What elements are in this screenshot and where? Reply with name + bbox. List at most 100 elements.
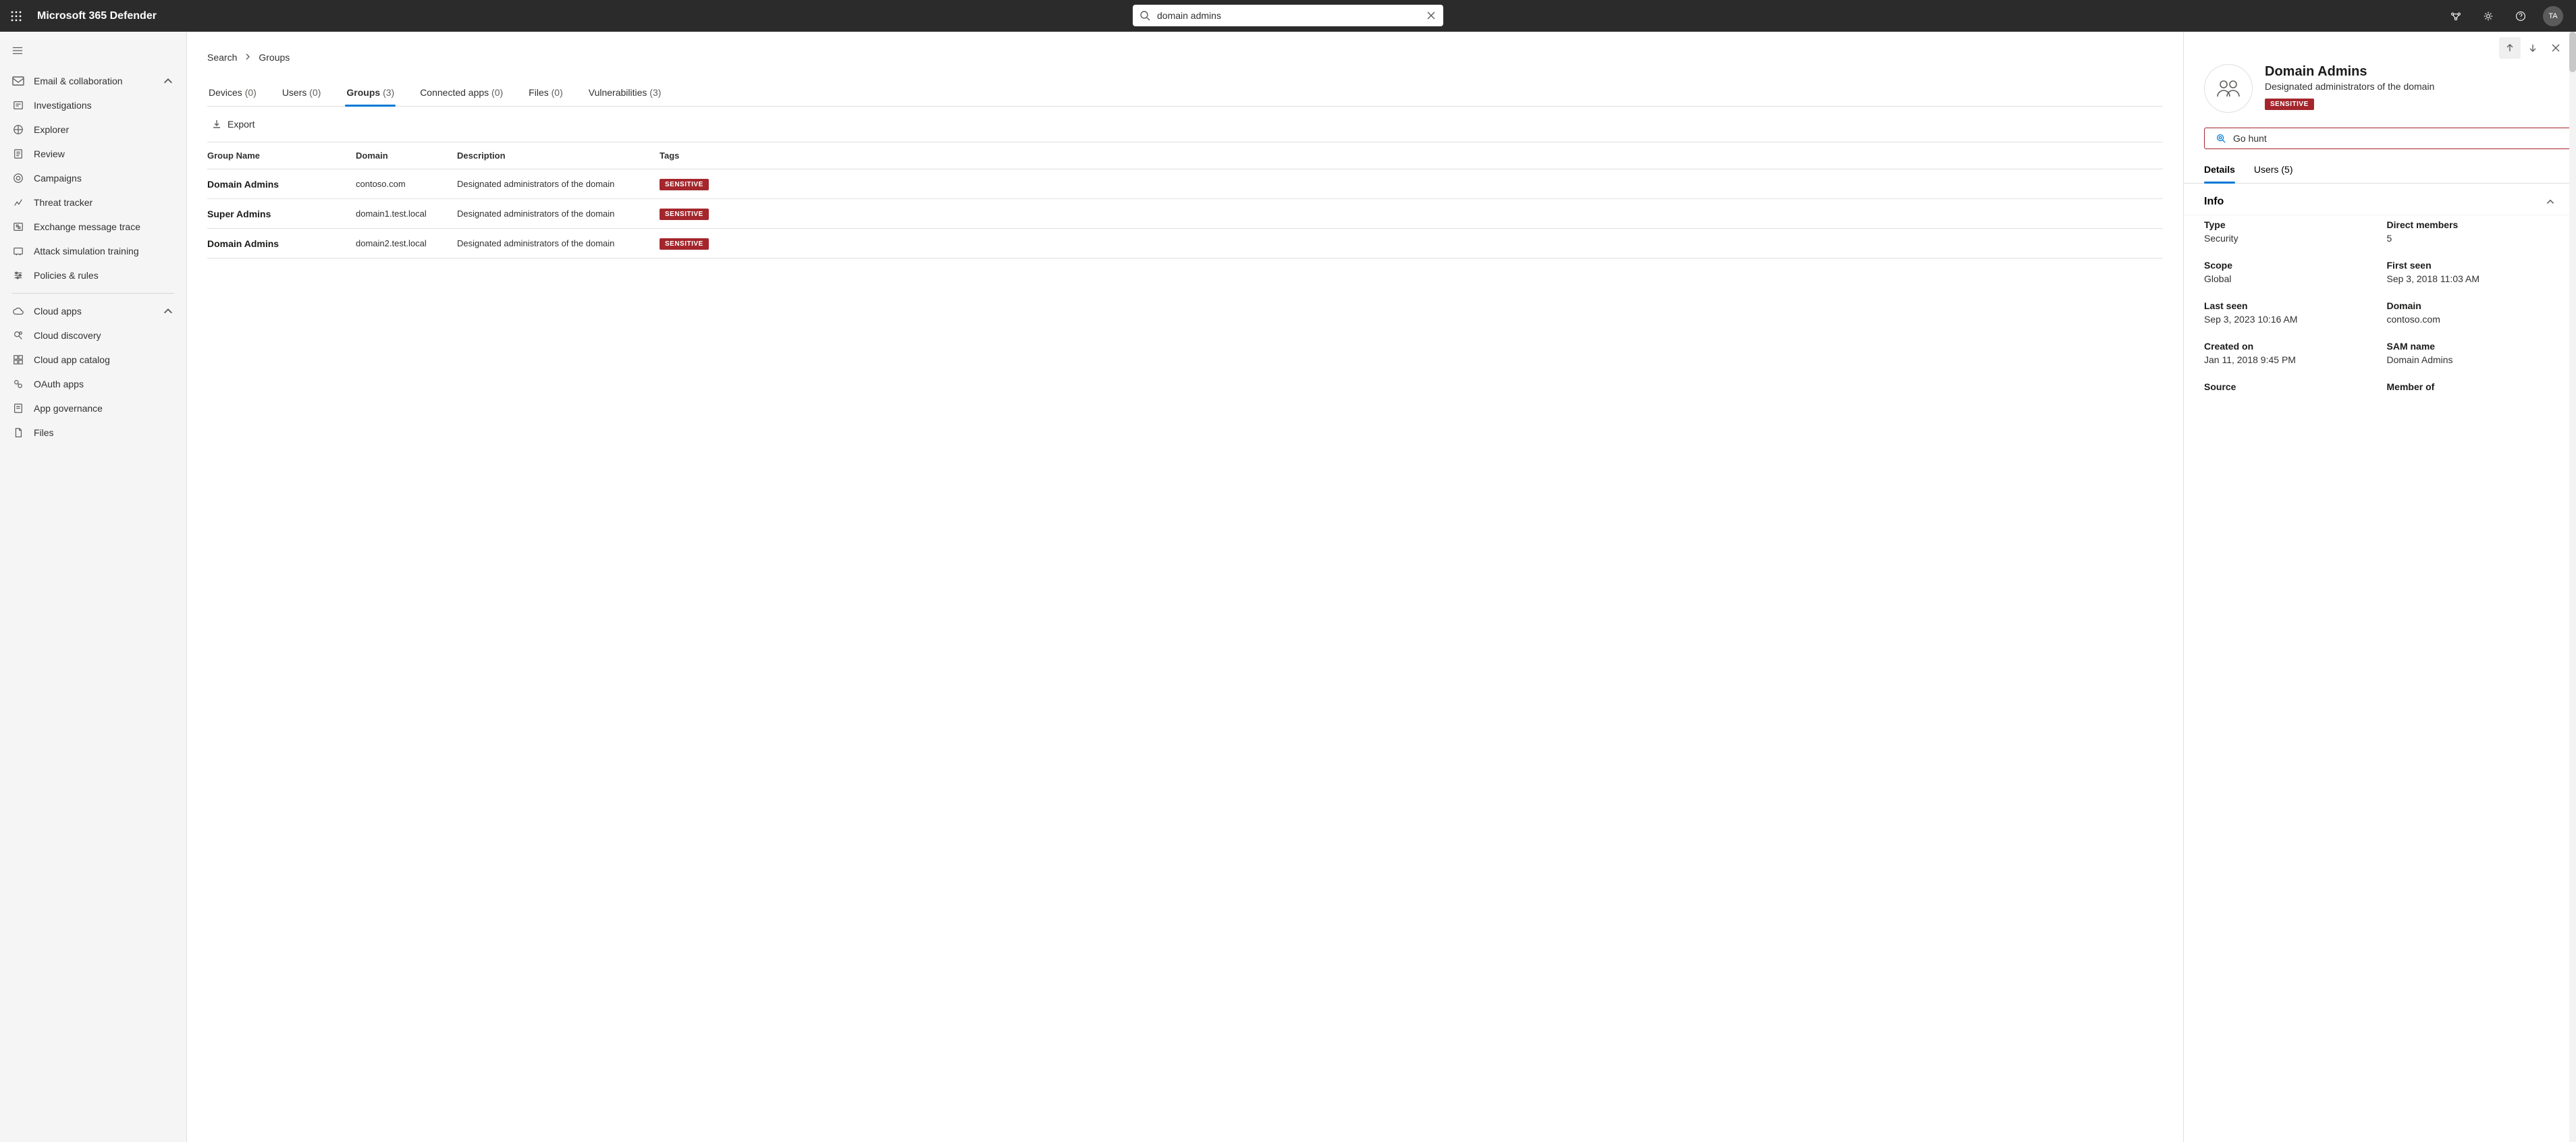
- table-row[interactable]: Domain Admins domain2.test.local Designa…: [207, 229, 2163, 259]
- product-title: Microsoft 365 Defender: [37, 10, 157, 22]
- nav-app-governance[interactable]: App governance: [0, 396, 186, 420]
- catalog-icon: [12, 354, 24, 365]
- chevron-up-icon: [162, 76, 174, 86]
- panel-next-button[interactable]: [2522, 37, 2544, 59]
- col-name[interactable]: Group Name: [207, 151, 356, 161]
- nav-review[interactable]: Review: [0, 142, 186, 166]
- settings-button[interactable]: [2473, 0, 2503, 32]
- crumb-search[interactable]: Search: [207, 52, 237, 63]
- panel-close-button[interactable]: [2545, 37, 2567, 59]
- row-domain: domain1.test.local: [356, 209, 457, 219]
- arrow-up-icon: [2504, 43, 2515, 53]
- nav-label: Threat tracker: [34, 197, 92, 208]
- app-launcher-button[interactable]: [0, 0, 32, 32]
- nav-explorer[interactable]: Explorer: [0, 117, 186, 142]
- close-icon: [2550, 43, 2561, 53]
- export-button[interactable]: Export: [207, 116, 259, 132]
- kv-type-label: Type: [2204, 219, 2373, 230]
- kv-members-value: 5: [2387, 233, 2556, 244]
- search-icon: [1139, 10, 1150, 21]
- nav-cloud-apps[interactable]: Cloud apps: [0, 299, 186, 323]
- sliders-icon: [12, 270, 24, 281]
- tracker-icon: [12, 197, 24, 208]
- nav-label: Exchange message trace: [34, 221, 140, 232]
- nav-attack-sim[interactable]: Attack simulation training: [0, 239, 186, 263]
- panel-tab-users[interactable]: Users (5): [2254, 164, 2293, 183]
- files-icon: [12, 427, 24, 438]
- nav-label: Email & collaboration: [34, 76, 123, 86]
- info-section-header[interactable]: Info: [2184, 184, 2576, 215]
- nav-files[interactable]: Files: [0, 420, 186, 445]
- nav-campaigns[interactable]: Campaigns: [0, 166, 186, 190]
- table-row[interactable]: Super Admins domain1.test.local Designat…: [207, 199, 2163, 229]
- panel-subtitle: Designated administrators of the domain: [2265, 81, 2434, 92]
- tab-files[interactable]: Files (0): [527, 80, 564, 106]
- nav-label: OAuth apps: [34, 379, 84, 389]
- help-button[interactable]: [2506, 0, 2535, 32]
- crumb-groups: Groups: [259, 52, 290, 63]
- groups-grid: Group Name Domain Description Tags Domai…: [207, 142, 2163, 259]
- col-tags[interactable]: Tags: [660, 151, 741, 161]
- avatar-initials: TA: [2548, 12, 2557, 20]
- nav-label: App governance: [34, 403, 103, 414]
- tab-devices[interactable]: Devices (0): [207, 80, 258, 106]
- flow-button[interactable]: [2441, 0, 2471, 32]
- kv-members-label: Direct members: [2387, 219, 2556, 230]
- attack-sim-icon: [12, 246, 24, 256]
- row-desc: Designated administrators of the domain: [457, 238, 660, 248]
- go-hunt-label: Go hunt: [2233, 133, 2267, 144]
- panel-tab-details[interactable]: Details: [2204, 164, 2235, 183]
- row-desc: Designated administrators of the domain: [457, 179, 660, 189]
- tab-vulnerabilities[interactable]: Vulnerabilities (3): [587, 80, 663, 106]
- grid-header: Group Name Domain Description Tags: [207, 142, 2163, 169]
- tab-users[interactable]: Users (0): [281, 80, 323, 106]
- panel-scrollbar[interactable]: [2569, 32, 2576, 1142]
- mail-icon: [12, 76, 24, 86]
- nav-email-collaboration[interactable]: Email & collaboration: [0, 69, 186, 93]
- avatar: TA: [2543, 6, 2563, 26]
- account-button[interactable]: TA: [2538, 0, 2568, 32]
- panel-sensitive-badge: SENSITIVE: [2265, 99, 2314, 110]
- tab-groups[interactable]: Groups (3): [345, 80, 396, 106]
- go-hunt-button[interactable]: Go hunt: [2204, 128, 2576, 149]
- col-domain[interactable]: Domain: [356, 151, 457, 161]
- nav-policies-rules[interactable]: Policies & rules: [0, 263, 186, 288]
- col-description[interactable]: Description: [457, 151, 660, 161]
- row-domain: domain2.test.local: [356, 238, 457, 248]
- exchange-icon: [12, 221, 24, 232]
- kv-scope-value: Global: [2204, 273, 2373, 284]
- governance-icon: [12, 403, 24, 414]
- nav-cloud-catalog[interactable]: Cloud app catalog: [0, 348, 186, 372]
- kv-created-label: Created on: [2204, 341, 2373, 352]
- clear-search-icon[interactable]: [1426, 10, 1437, 21]
- nav-label: Investigations: [34, 100, 92, 111]
- nav-investigations[interactable]: Investigations: [0, 93, 186, 117]
- nav-threat-tracker[interactable]: Threat tracker: [0, 190, 186, 215]
- nav-cloud-discovery[interactable]: Cloud discovery: [0, 323, 186, 348]
- kv-source-label: Source: [2204, 381, 2373, 392]
- nav-label: Cloud app catalog: [34, 354, 110, 365]
- chevron-up-icon: [162, 306, 174, 317]
- detail-panel: Domain Admins Designated administrators …: [2183, 32, 2576, 1142]
- nav-label: Explorer: [34, 124, 69, 135]
- kv-firstseen-label: First seen: [2387, 260, 2556, 271]
- nav-exchange-trace[interactable]: Exchange message trace: [0, 215, 186, 239]
- panel-prev-button[interactable]: [2499, 37, 2521, 59]
- search-input[interactable]: [1157, 10, 1419, 21]
- explorer-icon: [12, 124, 24, 135]
- nav-label: Cloud discovery: [34, 330, 101, 341]
- table-row[interactable]: Domain Admins contoso.com Designated adm…: [207, 169, 2163, 199]
- kv-lastseen-label: Last seen: [2204, 300, 2373, 311]
- info-label: Info: [2204, 196, 2224, 208]
- nav-collapse-button[interactable]: [0, 41, 186, 69]
- left-nav: Email & collaboration Investigations Exp…: [0, 32, 187, 1142]
- kv-type-value: Security: [2204, 233, 2373, 244]
- tab-connected-apps[interactable]: Connected apps (0): [419, 80, 504, 106]
- arrow-down-icon: [2527, 43, 2538, 53]
- nav-oauth-apps[interactable]: OAuth apps: [0, 372, 186, 396]
- gear-icon: [2483, 11, 2494, 22]
- campaigns-icon: [12, 173, 24, 184]
- chevron-up-icon: [2545, 196, 2556, 207]
- oauth-icon: [12, 379, 24, 389]
- global-search[interactable]: [1133, 5, 1443, 26]
